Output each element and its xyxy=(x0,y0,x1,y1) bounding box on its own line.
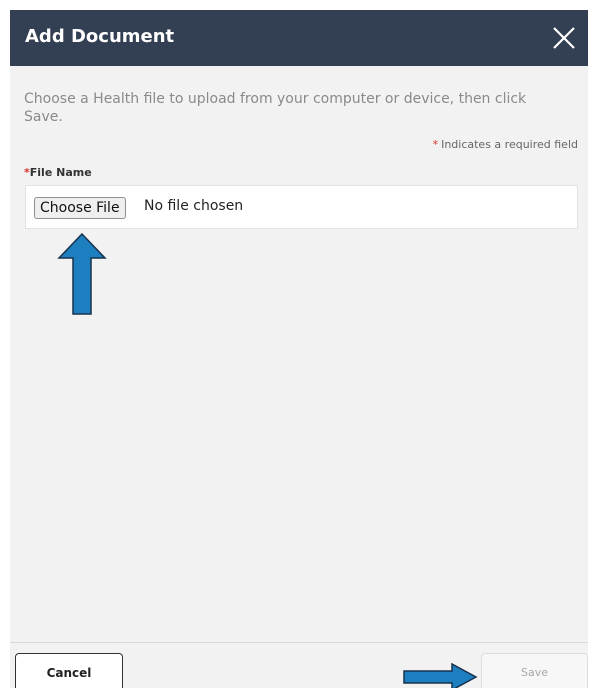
file-name-label: *File Name xyxy=(24,166,92,179)
file-input[interactable]: Choose File No file chosen xyxy=(25,185,578,229)
required-field-note: * Indicates a required field xyxy=(433,138,578,151)
instructions-text: Choose a Health file to upload from your… xyxy=(24,91,527,125)
dialog-header: Add Document xyxy=(10,10,588,66)
dialog-title: Add Document xyxy=(25,26,175,47)
right-arrow-icon xyxy=(403,662,478,688)
footer-divider xyxy=(10,642,588,643)
required-star: * xyxy=(432,138,439,151)
close-button[interactable] xyxy=(550,24,578,52)
cancel-button[interactable]: Cancel xyxy=(15,653,123,688)
close-x-icon xyxy=(553,27,575,49)
up-arrow-icon xyxy=(57,232,107,315)
required-note-text: Indicates a required field xyxy=(441,138,578,151)
save-button[interactable]: Save xyxy=(481,653,588,688)
choose-file-button[interactable]: Choose File xyxy=(34,197,126,219)
add-document-dialog: Add Document Choose a Health file to upl… xyxy=(10,10,588,688)
file-name-label-text: File Name xyxy=(29,166,92,179)
file-status-text: No file chosen xyxy=(144,198,244,214)
